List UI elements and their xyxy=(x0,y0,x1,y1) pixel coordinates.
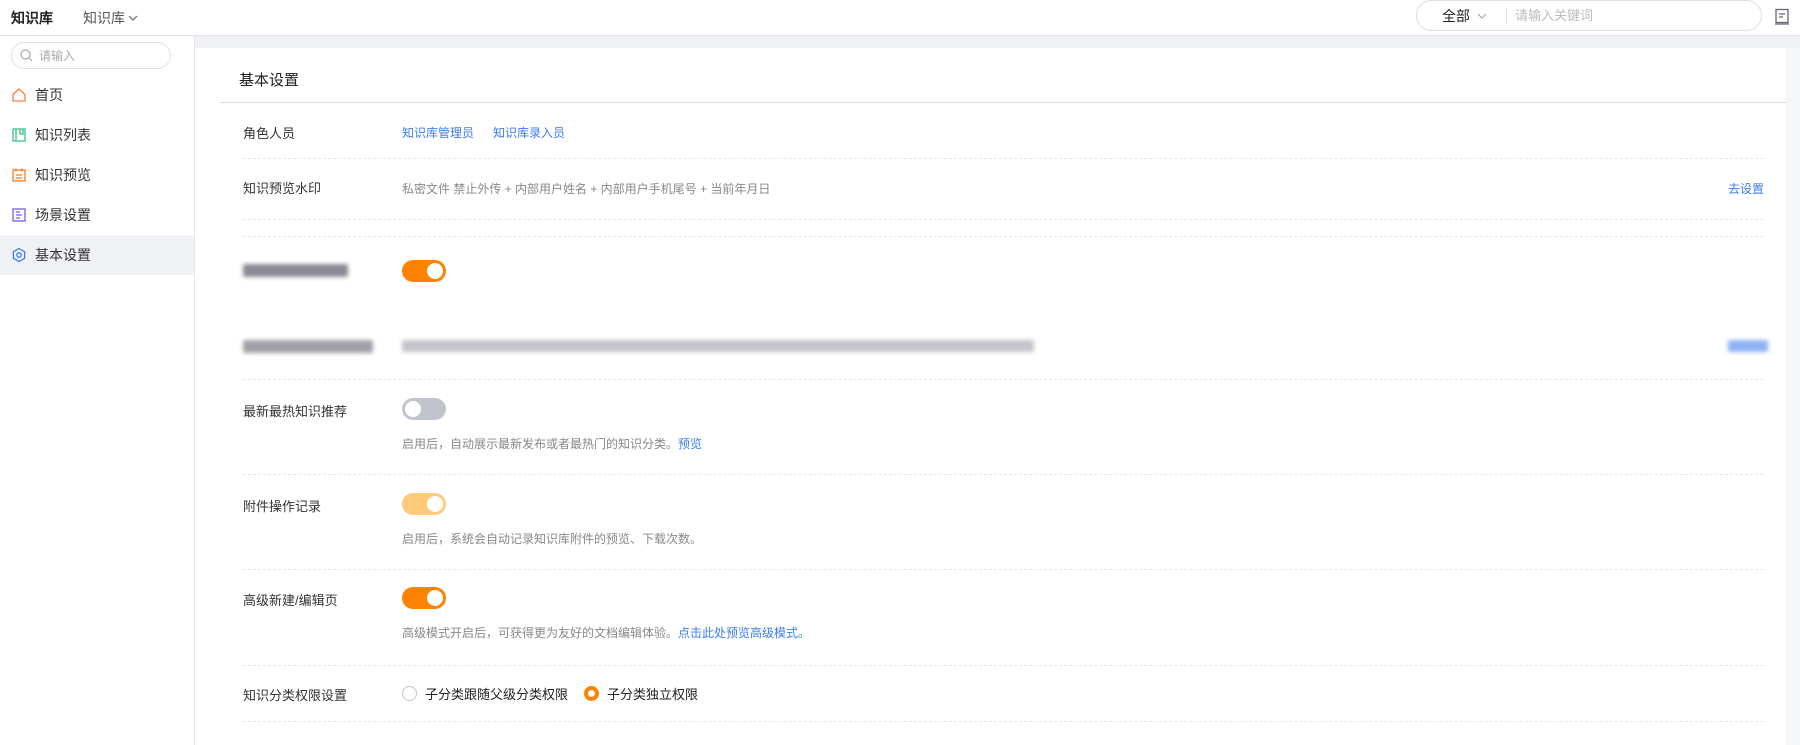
category-permission-label: 知识分类权限设置 xyxy=(243,688,348,703)
sidebar-item-knowledge-list[interactable]: 知识列表 xyxy=(0,115,194,155)
sidebar-nav: 首页 知识列表 知识预览 场景设置 基本设置 xyxy=(0,75,194,275)
divider xyxy=(1506,7,1507,24)
row-divider xyxy=(243,474,1763,475)
redacted-link[interactable] xyxy=(1728,340,1768,352)
sidebar: 首页 知识列表 知识预览 场景设置 基本设置 xyxy=(0,36,195,745)
content-top-band xyxy=(195,36,1800,48)
row-divider xyxy=(243,569,1763,570)
gear-icon xyxy=(12,247,26,263)
library-select[interactable]: 知识库 xyxy=(83,8,139,28)
latest-hot-preview-link[interactable]: 预览 xyxy=(678,437,702,451)
latest-hot-toggle[interactable] xyxy=(402,398,446,420)
sidebar-item-home[interactable]: 首页 xyxy=(0,75,194,115)
app-title: 知识库 xyxy=(11,10,53,26)
library-select-label: 知识库 xyxy=(83,10,125,26)
row-divider xyxy=(243,158,1763,159)
watermark-value: 私密文件 禁止外传 + 内部用户姓名 + 内部用户手机尾号 + 当前年月日 xyxy=(402,182,771,196)
role-link-admin[interactable]: 知识库管理员 xyxy=(402,124,474,141)
category-permission-radio-group: 子分类跟随父级分类权限 子分类独立权限 xyxy=(402,684,698,703)
row-divider xyxy=(243,665,1763,666)
sidebar-item-label: 知识列表 xyxy=(35,127,91,143)
sidebar-search-input[interactable] xyxy=(39,48,149,63)
roles-label: 角色人员 xyxy=(243,126,296,141)
advanced-editor-preview-link[interactable]: 点击此处预览高级模式。 xyxy=(678,626,810,640)
document-icon[interactable] xyxy=(1774,8,1790,26)
radio-label: 子分类独立权限 xyxy=(607,687,699,702)
radio-independent[interactable]: 子分类独立权限 xyxy=(584,684,698,703)
attachment-log-label: 附件操作记录 xyxy=(243,499,322,514)
row-divider xyxy=(243,721,1763,722)
radio-circle-selected xyxy=(584,686,600,701)
role-link-editor[interactable]: 知识库录入员 xyxy=(493,124,565,141)
attachment-log-toggle[interactable] xyxy=(402,493,446,515)
watermark-label: 知识预览水印 xyxy=(243,181,322,196)
chevron-down-icon xyxy=(1477,13,1487,19)
chevron-down-icon xyxy=(128,15,138,21)
latest-hot-label: 最新最热知识推荐 xyxy=(243,404,348,419)
preview-icon xyxy=(12,168,26,182)
sidebar-item-label: 首页 xyxy=(35,87,63,103)
list-icon xyxy=(12,128,26,142)
search-icon xyxy=(20,49,33,62)
search-scope-label: 全部 xyxy=(1442,7,1470,24)
top-bar: 知识库 知识库 全部 xyxy=(0,0,1800,36)
row-divider xyxy=(243,236,1763,237)
radio-circle xyxy=(402,686,417,701)
title-divider xyxy=(220,102,1786,103)
home-icon xyxy=(12,88,26,102)
sidebar-item-knowledge-preview[interactable]: 知识预览 xyxy=(0,155,194,195)
scene-icon xyxy=(12,208,26,222)
radio-follow-parent[interactable]: 子分类跟随父级分类权限 xyxy=(402,684,568,703)
redacted-label xyxy=(243,264,348,277)
global-search: 全部 xyxy=(1416,0,1762,31)
watermark-settings-link[interactable]: 去设置 xyxy=(1728,180,1764,197)
row-divider xyxy=(243,219,1763,220)
sidebar-item-basic-settings[interactable]: 基本设置 xyxy=(0,235,194,275)
redacted-value xyxy=(402,340,1034,352)
sidebar-search xyxy=(11,42,171,69)
search-scope-select[interactable]: 全部 xyxy=(1442,6,1488,26)
settings-panel: 基本设置 角色人员 知识库管理员 知识库录入员 知识预览水印 私密文件 禁止外传… xyxy=(195,48,1786,745)
latest-hot-desc: 启用后，自动展示最新发布或者最热门的知识分类。 xyxy=(402,437,679,451)
keyword-search-input[interactable] xyxy=(1515,8,1715,23)
advanced-editor-toggle[interactable] xyxy=(402,587,446,609)
advanced-editor-desc: 高级模式开启后，可获得更为友好的文档编辑体验。 xyxy=(402,626,679,640)
sidebar-item-label: 基本设置 xyxy=(35,247,91,263)
sidebar-item-label: 场景设置 xyxy=(35,207,91,223)
page-title: 基本设置 xyxy=(239,72,300,89)
sidebar-item-label: 知识预览 xyxy=(35,167,91,183)
redacted-label xyxy=(243,340,373,353)
row-divider xyxy=(243,379,1763,380)
advanced-editor-label: 高级新建/编辑页 xyxy=(243,593,338,608)
radio-label: 子分类跟随父级分类权限 xyxy=(425,687,569,702)
sidebar-item-scene-settings[interactable]: 场景设置 xyxy=(0,195,194,235)
redacted-toggle[interactable] xyxy=(402,260,446,282)
content-right-edge xyxy=(1786,48,1800,745)
attachment-log-desc: 启用后，系统会自动记录知识库附件的预览、下载次数。 xyxy=(402,532,703,546)
